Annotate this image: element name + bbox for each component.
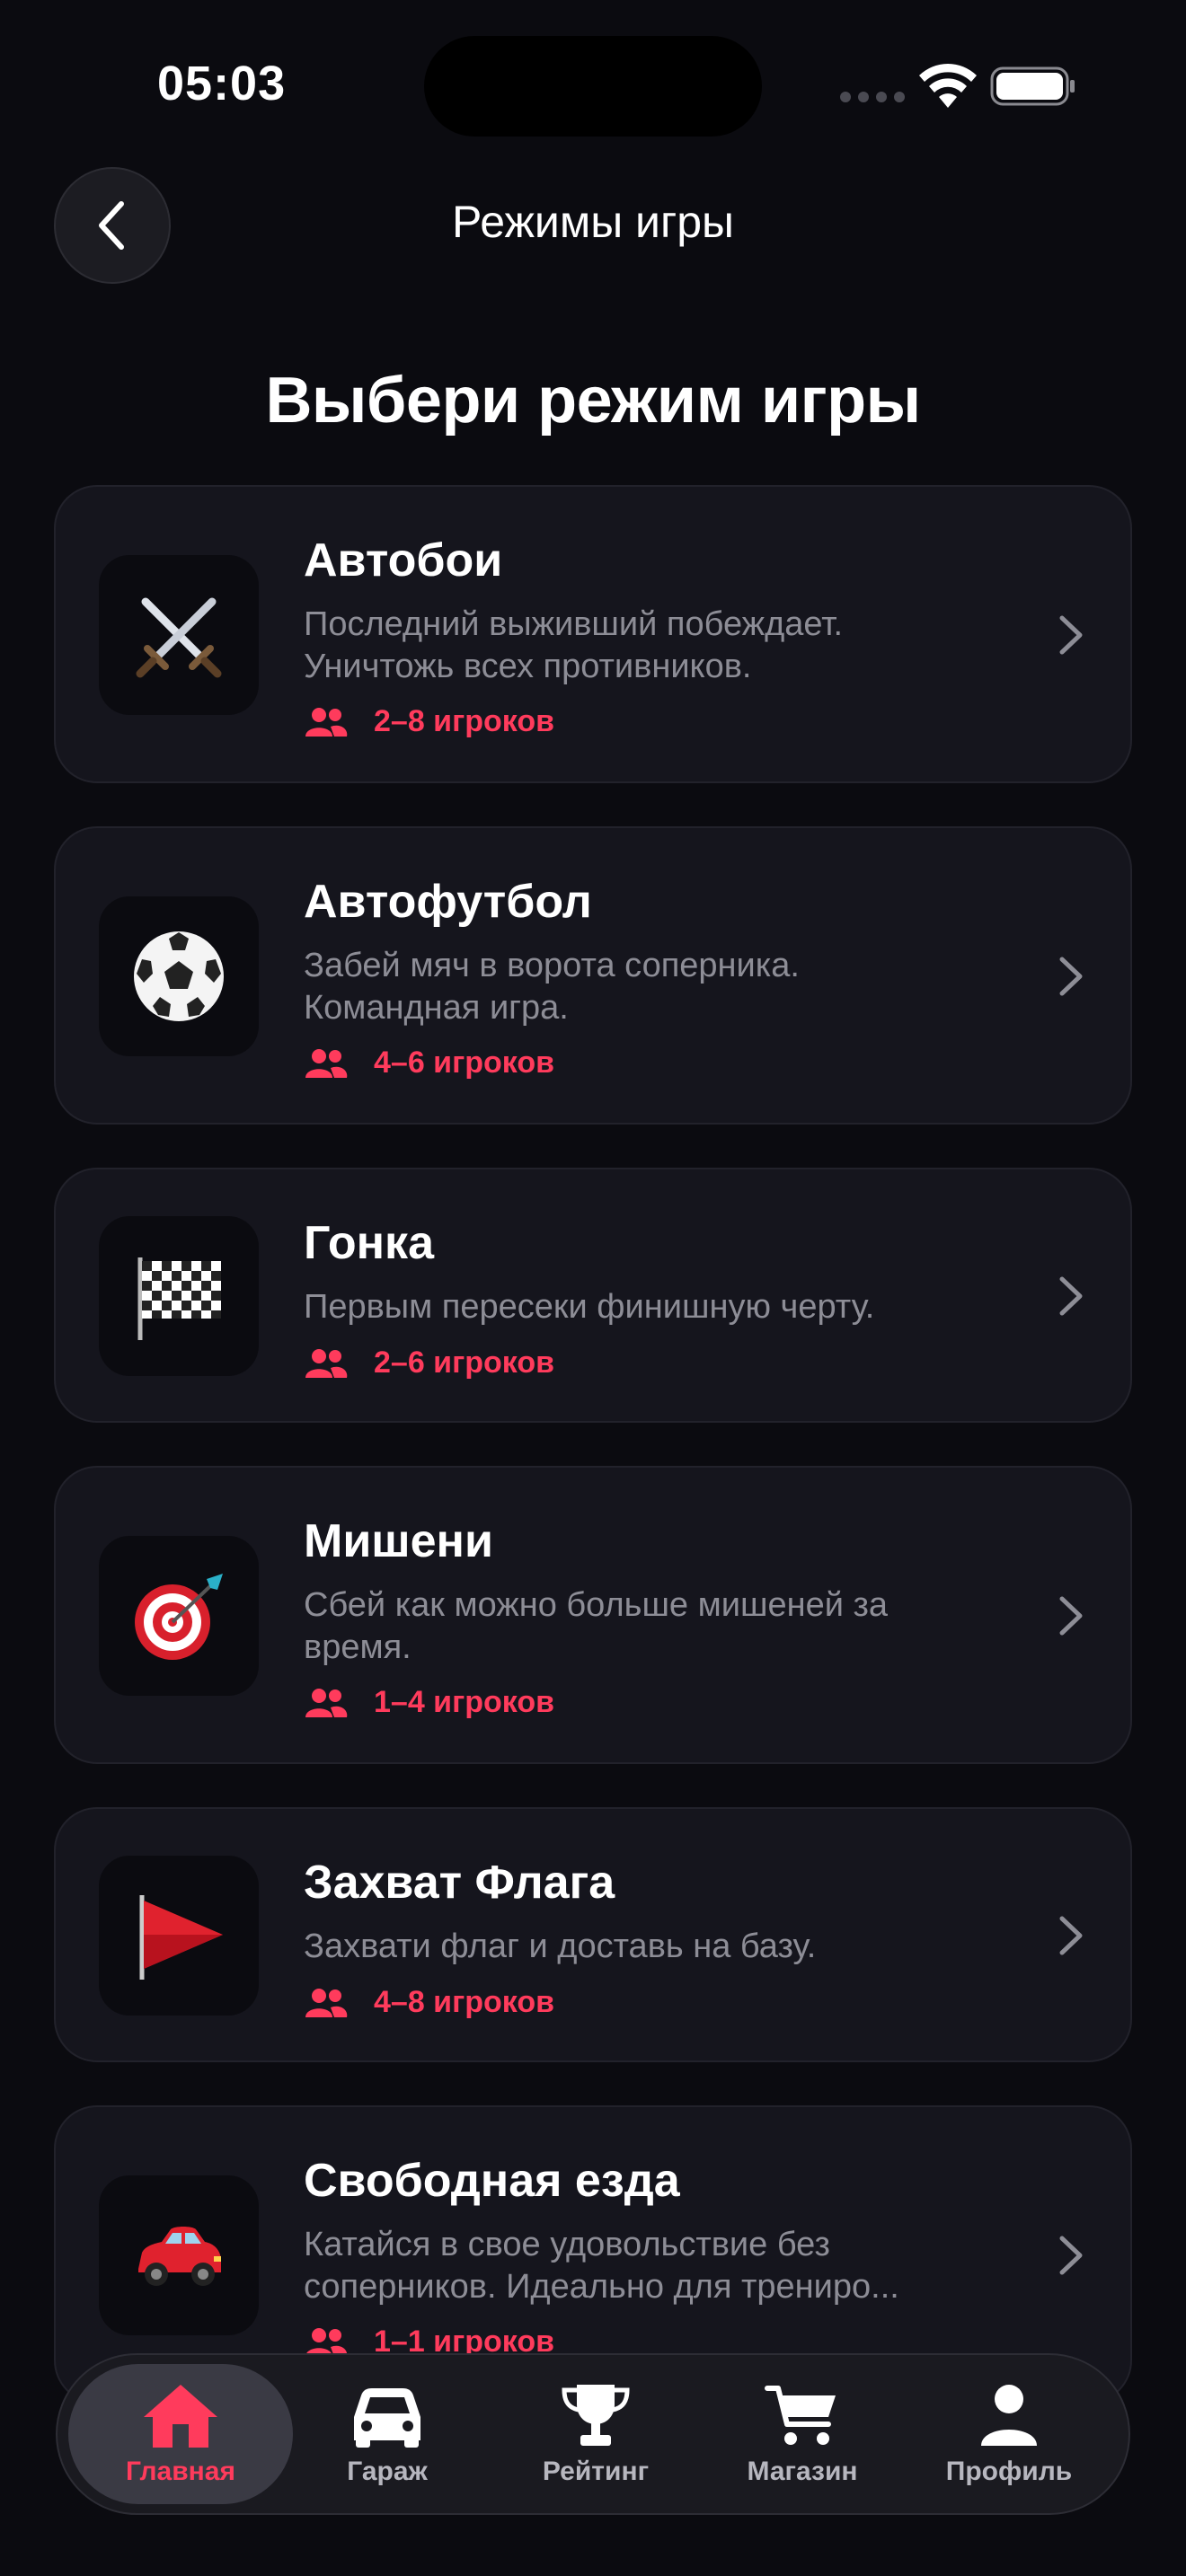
tab-label: Рейтинг — [542, 2457, 650, 2486]
chevron-right-icon — [1059, 1276, 1083, 1316]
chevron-right-icon — [1059, 2236, 1083, 2275]
chevron-right-icon — [1059, 1596, 1083, 1636]
mode-description: Последний выживший побеждает. Уничтожь в… — [304, 605, 844, 685]
player-count: 4–8 игроков — [304, 1985, 554, 2020]
tab-shop[interactable]: Магазин — [699, 2364, 906, 2504]
red-car-icon — [138, 2227, 221, 2286]
tab-label: Главная — [125, 2457, 235, 2486]
player-count: 2–6 игроков — [304, 1345, 554, 1381]
red-flag-icon — [139, 1895, 223, 1980]
profile-icon — [981, 2385, 1037, 2446]
users-icon — [305, 1048, 348, 1078]
mode-icon-box — [99, 1856, 259, 2016]
wifi-icon — [919, 64, 977, 108]
player-count: 4–6 игроков — [304, 1045, 554, 1081]
status-time: 05:03 — [157, 57, 287, 110]
player-count-label: 4–6 игроков — [374, 1045, 555, 1080]
mode-title: Автофутбол — [304, 876, 592, 928]
player-count-label: 4–8 игроков — [374, 1985, 555, 2019]
mode-description: Захвати флаг и доставь на базу. — [304, 1928, 817, 1965]
users-icon — [305, 707, 348, 737]
mode-description: Забей мяч в ворота соперника. Командная … — [304, 947, 800, 1027]
cart-icon — [765, 2386, 836, 2445]
cellular-signal-icon — [840, 92, 905, 102]
trophy-icon — [562, 2385, 630, 2446]
mode-title: Мишени — [304, 1515, 493, 1567]
player-count: 2–8 игроков — [304, 704, 554, 739]
mode-card-race[interactable]: Гонка Первым пересеки финишную черту. 2–… — [54, 1168, 1132, 1423]
chevron-right-icon — [1059, 1916, 1083, 1955]
mode-icon-box — [99, 2175, 259, 2335]
users-icon — [305, 1348, 348, 1378]
mode-card-autobattle[interactable]: Автобои Последний выживший побеждает. Ун… — [54, 485, 1132, 783]
mode-title: Захват Флага — [304, 1857, 615, 1909]
mode-icon-box — [99, 1536, 259, 1696]
battery-icon — [990, 66, 1075, 106]
tab-label: Гараж — [347, 2457, 428, 2486]
chevron-right-icon — [1059, 957, 1083, 996]
checkered-flag-icon — [137, 1257, 221, 1340]
mode-card-targets[interactable]: Мишени Сбей как можно больше мишеней за … — [54, 1466, 1132, 1764]
tab-garage[interactable]: Гараж — [284, 2364, 491, 2504]
mode-description: Первым пересеки финишную черту. — [304, 1288, 875, 1326]
crossed-swords-icon — [136, 597, 222, 678]
users-icon — [305, 1688, 348, 1717]
player-count-label: 1–4 игроков — [374, 1685, 555, 1719]
chevron-right-icon — [1059, 615, 1083, 655]
tab-bar: Главная Гараж Рейтинг Магазин Профиль — [56, 2353, 1130, 2515]
tab-label: Профиль — [945, 2457, 1073, 2486]
mode-description: Катайся в свое удовольствие без соперник… — [304, 2226, 899, 2306]
soccer-ball-icon — [134, 931, 224, 1021]
tab-home[interactable]: Главная — [68, 2364, 293, 2504]
mode-title: Автобои — [304, 534, 503, 587]
tab-profile[interactable]: Профиль — [906, 2364, 1112, 2504]
player-count: 1–4 игроков — [304, 1685, 554, 1720]
mode-title: Свободная езда — [304, 2155, 680, 2207]
car-icon — [354, 2388, 420, 2448]
page-title: Режимы игры — [452, 197, 734, 247]
home-icon — [144, 2385, 217, 2448]
player-count-label: 2–8 игроков — [374, 704, 555, 738]
mode-card-autofootball[interactable]: Автофутбол Забей мяч в ворота соперника.… — [54, 826, 1132, 1125]
users-icon — [305, 1988, 348, 2017]
target-dart-icon — [135, 1574, 223, 1660]
mode-description: Сбей как можно больше мишеней за время. — [304, 1586, 889, 1666]
tab-label: Магазин — [747, 2457, 858, 2486]
mode-icon-box — [99, 896, 259, 1056]
mode-title: Гонка — [304, 1217, 435, 1269]
player-count-label: 2–6 игроков — [374, 1345, 555, 1380]
section-heading: Выбери режим игры — [265, 365, 921, 437]
game-modes-screen: 05:03 Режимы игры Выбери режим игры Авто… — [0, 0, 1186, 2576]
dynamic-island — [424, 36, 762, 137]
tab-rating[interactable]: Рейтинг — [492, 2364, 699, 2504]
mode-icon-box — [99, 555, 259, 715]
mode-icon-box — [99, 1216, 259, 1376]
mode-card-capture-flag[interactable]: Захват Флага Захвати флаг и доставь на б… — [54, 1807, 1132, 2062]
